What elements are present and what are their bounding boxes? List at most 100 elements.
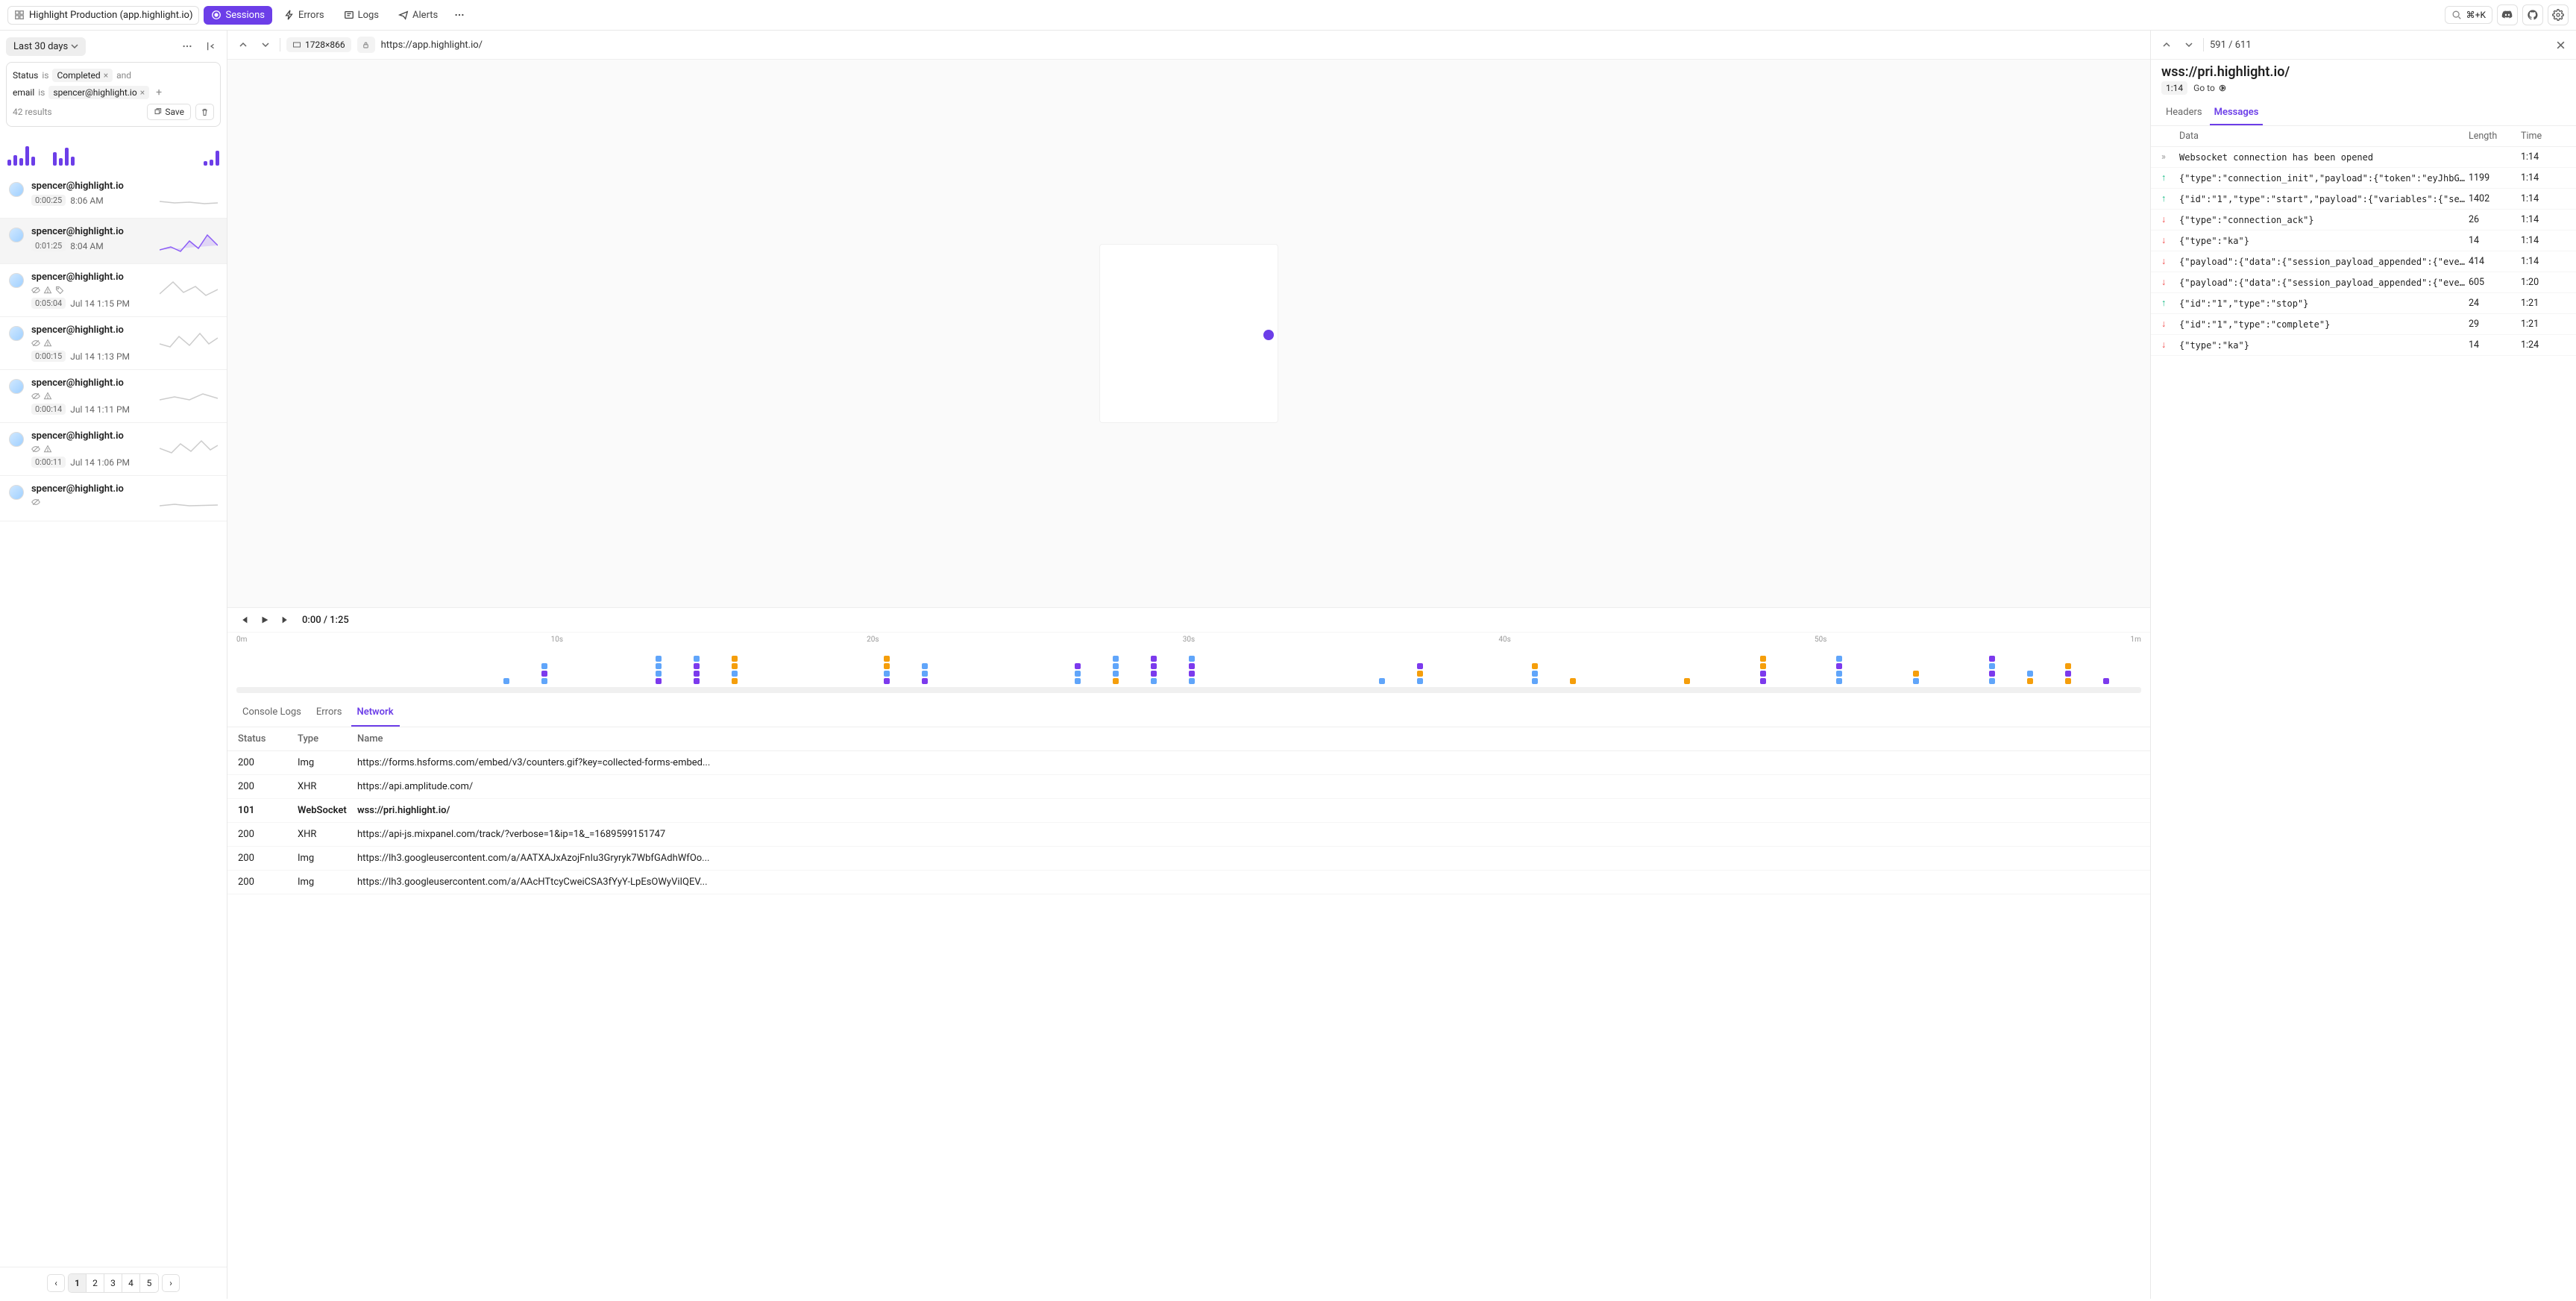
timeline-scrubber[interactable]	[236, 687, 2141, 693]
msg-length: 29	[2469, 319, 2521, 330]
add-filter-button[interactable]: +	[153, 87, 165, 98]
nav-sessions[interactable]: Sessions	[204, 6, 272, 25]
page-button[interactable]: 3	[104, 1274, 122, 1292]
avatar	[9, 326, 24, 341]
request-tabs: Headers Messages	[2151, 101, 2576, 126]
session-item[interactable]: spencer@highlight.io 0:00:11 Jul 14 1:06…	[0, 423, 227, 476]
net-type: Img	[298, 757, 357, 768]
session-item[interactable]: spencer@highlight.io 0:05:04 Jul 14 1:15…	[0, 264, 227, 317]
message-row[interactable]: ↓{"type":"ka"}141:24	[2151, 335, 2576, 356]
timeline-tick: 50s	[1815, 636, 1826, 644]
network-row[interactable]: 200Imghttps://lh3.googleusercontent.com/…	[227, 871, 2150, 894]
discord-icon	[2501, 9, 2513, 21]
center-panel: 1728×866 https://app.highlight.io/ 0:00 …	[227, 31, 2151, 1299]
command-palette-button[interactable]: ⌘+K	[2445, 6, 2492, 24]
network-row[interactable]: 200Imghttps://lh3.googleusercontent.com/…	[227, 847, 2150, 871]
play-button[interactable]	[257, 612, 272, 627]
filter-field[interactable]: email	[13, 87, 34, 98]
settings-button[interactable]	[2548, 4, 2569, 25]
more-options-button[interactable]	[178, 37, 197, 56]
session-item[interactable]: spencer@highlight.io 0:00:14 Jul 14 1:11…	[0, 370, 227, 423]
network-row[interactable]: 101WebSocketwss://pri.highlight.io/	[227, 799, 2150, 823]
msg-time: 1:24	[2521, 339, 2566, 351]
msg-data: {"payload":{"data":{"session_payload_app…	[2179, 257, 2469, 267]
close-panel-button[interactable]	[2552, 37, 2569, 53]
network-row[interactable]: 200XHRhttps://api-js.mixpanel.com/track/…	[227, 823, 2150, 847]
request-timestamp: 1:14	[2161, 81, 2187, 95]
message-row[interactable]: ↓{"type":"connection_ack"}261:14	[2151, 210, 2576, 231]
msg-time: 1:21	[2521, 298, 2566, 309]
nav-alerts[interactable]: Alerts	[391, 6, 445, 25]
page-button[interactable]: 1	[69, 1274, 87, 1292]
message-row[interactable]: »Websocket connection has been opened1:1…	[2151, 147, 2576, 168]
nav-more[interactable]	[450, 6, 469, 24]
url-lock-badge	[357, 37, 375, 53]
filter-op: is	[42, 70, 48, 81]
nav-logs[interactable]: Logs	[336, 6, 386, 25]
discord-button[interactable]	[2497, 4, 2518, 25]
session-item[interactable]: spencer@highlight.io 0:00:15 Jul 14 1:13…	[0, 317, 227, 370]
collapse-sidebar-button[interactable]	[201, 37, 221, 56]
grid-icon	[14, 10, 25, 20]
viewport-dimensions[interactable]: 1728×866	[286, 37, 351, 52]
avatar	[9, 379, 24, 394]
network-row[interactable]: 200Imghttps://forms.hsforms.com/embed/v3…	[227, 751, 2150, 775]
tab-errors[interactable]: Errors	[310, 699, 348, 727]
session-list: spencer@highlight.io 0:00:25 8:06 AM spe…	[0, 173, 227, 1267]
session-item[interactable]: spencer@highlight.io 0:01:25 8:04 AM	[0, 219, 227, 264]
prev-request-button[interactable]	[2158, 37, 2175, 53]
trash-icon	[201, 108, 209, 116]
session-item[interactable]: spencer@highlight.io 0:00:25 8:06 AM	[0, 173, 227, 219]
filter-value-chip[interactable]: spencer@highlight.io×	[48, 86, 149, 99]
date-range-selector[interactable]: Last 30 days	[6, 37, 86, 56]
remove-chip-icon[interactable]: ×	[140, 87, 145, 98]
filter-field[interactable]: Status	[13, 70, 38, 81]
timeline[interactable]: 0m10s20s30s40s50s1m	[227, 632, 2150, 699]
filter-value-chip[interactable]: Completed×	[52, 69, 113, 82]
next-session-button[interactable]	[257, 37, 274, 53]
session-item[interactable]: spencer@highlight.io	[0, 476, 227, 521]
tab-messages[interactable]: Messages	[2210, 101, 2264, 125]
message-row[interactable]: ↑{"id":"1","type":"start","payload":{"va…	[2151, 189, 2576, 210]
timeline-tick: 0m	[236, 636, 247, 644]
msg-time: 1:14	[2521, 235, 2566, 246]
logs-icon	[344, 10, 354, 20]
github-button[interactable]	[2522, 4, 2543, 25]
page-button[interactable]: 5	[140, 1274, 158, 1292]
remove-chip-icon[interactable]: ×	[104, 70, 108, 81]
prev-session-button[interactable]	[235, 37, 251, 53]
prev-page-button[interactable]: ‹	[47, 1274, 65, 1292]
project-selector[interactable]: Highlight Production (app.highlight.io)	[7, 6, 199, 25]
message-row[interactable]: ↓{"id":"1","type":"complete"}291:21	[2151, 314, 2576, 335]
delete-segment-button[interactable]	[195, 104, 214, 120]
message-row[interactable]: ↓{"type":"ka"}141:14	[2151, 231, 2576, 251]
skip-forward-button[interactable]	[278, 612, 293, 627]
github-icon	[2527, 9, 2539, 21]
network-row[interactable]: 200XHRhttps://api.amplitude.com/	[227, 775, 2150, 799]
message-row[interactable]: ↓{"payload":{"data":{"session_payload_ap…	[2151, 251, 2576, 272]
session-duration: 0:00:14	[31, 404, 66, 415]
msg-length: 1199	[2469, 172, 2521, 184]
avatar	[9, 485, 24, 500]
tab-console[interactable]: Console Logs	[236, 699, 307, 727]
session-time: Jul 14 1:11 PM	[70, 404, 130, 415]
avatar	[9, 432, 24, 447]
skip-back-button[interactable]	[236, 612, 251, 627]
session-viewport[interactable]	[227, 60, 2150, 607]
nav-errors[interactable]: Errors	[277, 6, 332, 25]
goto-button[interactable]: Go to	[2193, 83, 2227, 93]
next-request-button[interactable]	[2181, 37, 2197, 53]
next-page-button[interactable]: ›	[162, 1274, 180, 1292]
message-row[interactable]: ↑{"type":"connection_init","payload":{"t…	[2151, 168, 2576, 189]
net-name: https://lh3.googleusercontent.com/a/AATX…	[357, 853, 2140, 864]
tab-headers[interactable]: Headers	[2161, 101, 2207, 125]
page-button[interactable]: 2	[87, 1274, 104, 1292]
net-name: https://forms.hsforms.com/embed/v3/count…	[357, 757, 2140, 768]
save-segment-button[interactable]: Save	[147, 104, 191, 120]
session-sparkline	[160, 377, 218, 407]
message-row[interactable]: ↑{"id":"1","type":"stop"}241:21	[2151, 293, 2576, 314]
page-button[interactable]: 4	[122, 1274, 140, 1292]
arrow-down-icon: ↓	[2161, 256, 2179, 267]
tab-network[interactable]: Network	[351, 699, 400, 727]
message-row[interactable]: ↓{"payload":{"data":{"session_payload_ap…	[2151, 272, 2576, 293]
